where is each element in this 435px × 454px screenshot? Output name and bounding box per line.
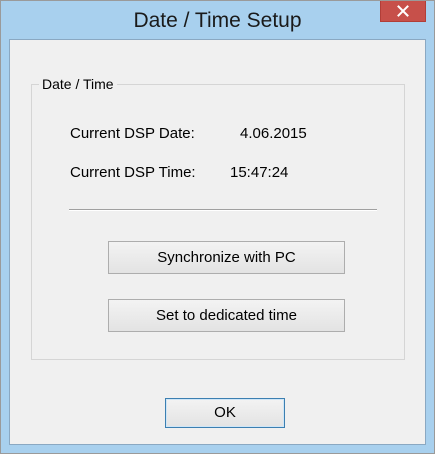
- ok-button[interactable]: OK: [165, 398, 285, 428]
- dialog-window: Date / Time Setup Date / Time Current DS…: [0, 0, 435, 454]
- window-title: Date / Time Setup: [133, 9, 302, 32]
- dsp-date-label: Current DSP Date:: [70, 125, 195, 142]
- set-dedicated-time-button[interactable]: Set to dedicated time: [108, 299, 345, 332]
- synchronize-with-pc-button[interactable]: Synchronize with PC: [108, 241, 345, 274]
- close-button[interactable]: [380, 1, 426, 22]
- title-bar[interactable]: Date / Time Setup: [1, 1, 434, 39]
- close-icon: [397, 5, 409, 17]
- separator-line: [69, 209, 377, 211]
- groupbox-label: Date / Time: [39, 76, 117, 92]
- dialog-client-area: Date / Time Current DSP Date: 4.06.2015 …: [9, 39, 426, 445]
- dsp-time-value: 15:47:24: [230, 164, 289, 181]
- dsp-time-label: Current DSP Time:: [70, 164, 196, 181]
- date-time-groupbox: Date / Time Current DSP Date: 4.06.2015 …: [31, 76, 405, 360]
- dsp-date-value: 4.06.2015: [240, 125, 307, 142]
